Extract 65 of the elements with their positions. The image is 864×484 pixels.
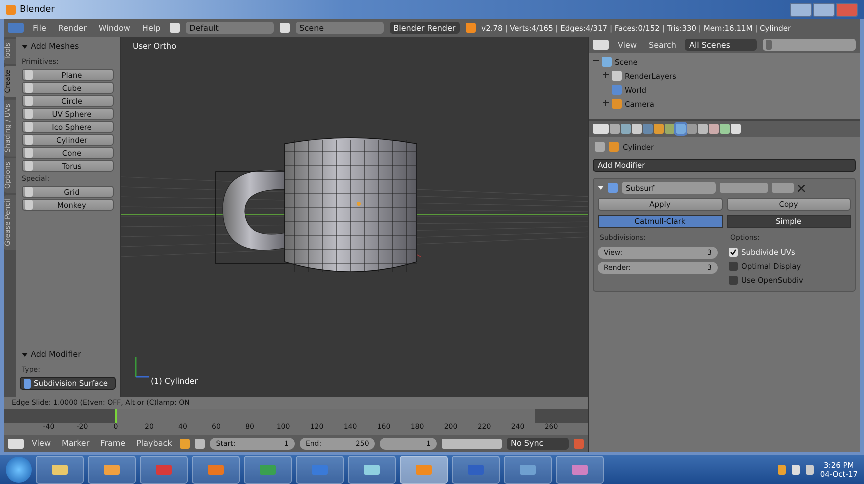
tray-icon[interactable] [778, 464, 786, 474]
taskbar-app[interactable] [192, 456, 240, 484]
properties-tab-icon[interactable] [621, 124, 631, 134]
plus-icon[interactable] [603, 100, 609, 106]
axis-gizmo-icon [133, 355, 151, 381]
taskbar-app[interactable] [504, 456, 552, 484]
taskbar-app[interactable] [348, 456, 396, 484]
filter-dropdown[interactable]: All Scenes [685, 39, 758, 51]
taskbar-app[interactable] [400, 456, 448, 484]
menu-item[interactable]: File [30, 24, 50, 32]
checkbox[interactable] [728, 262, 738, 271]
render-engine-dropdown[interactable]: Blender Render [390, 22, 460, 34]
object-icon [609, 142, 619, 152]
panel-title[interactable]: Add Meshes [20, 40, 116, 55]
search-field[interactable] [763, 39, 856, 51]
taskbar-app[interactable] [296, 456, 344, 484]
properties-tab-icon[interactable] [610, 124, 620, 134]
properties-tab-icon[interactable] [665, 124, 675, 134]
checkbox[interactable] [728, 276, 738, 285]
close-button[interactable] [836, 2, 858, 16]
taskbar-app[interactable] [556, 456, 604, 484]
scene-field[interactable]: Scene [296, 22, 384, 34]
taskbar-app[interactable] [452, 456, 500, 484]
triangle-icon [22, 352, 28, 358]
record-icon[interactable] [574, 438, 584, 448]
maximize-button[interactable] [813, 2, 835, 16]
properties-tab-icon[interactable] [698, 124, 708, 134]
taskbar-app[interactable] [88, 456, 136, 484]
properties-tab-icon[interactable] [632, 124, 642, 134]
object-label: (1) Cylinder [151, 377, 198, 386]
menu-item[interactable]: Help [139, 24, 164, 32]
taskbar-app[interactable] [36, 456, 84, 484]
menu-item[interactable]: Marker [58, 439, 93, 448]
properties-tab-icon[interactable] [687, 124, 697, 134]
properties-tab-icon[interactable] [654, 124, 664, 134]
properties-tab-icon[interactable] [676, 124, 686, 134]
close-icon[interactable] [798, 184, 805, 192]
sync-dropdown[interactable]: No Sync [506, 438, 569, 450]
menu-item[interactable]: View [615, 40, 640, 50]
3d-viewport[interactable]: User Ortho (1) Cylinder [121, 37, 588, 397]
screen-layout-field[interactable]: Default [186, 22, 274, 34]
menu-item[interactable]: Frame [98, 439, 129, 448]
checkbox[interactable] [728, 248, 738, 257]
app-icon [6, 4, 16, 14]
menu-item[interactable]: Render [55, 24, 90, 32]
menu-item[interactable]: Search [646, 40, 680, 50]
properties-tab-icon[interactable] [643, 124, 653, 134]
properties-tab-icon[interactable] [709, 124, 719, 134]
start-button[interactable] [6, 456, 32, 482]
properties-tab-icon[interactable] [720, 124, 730, 134]
window-title: Blender [20, 4, 55, 14]
triangle-icon [22, 44, 28, 50]
triangle-icon[interactable] [598, 185, 604, 191]
panel-title[interactable]: Add Modifier [20, 348, 116, 363]
view-name: User Ortho [133, 42, 176, 51]
modifier-icon [608, 183, 618, 193]
taskbar-app[interactable] [140, 456, 188, 484]
minus-icon[interactable] [593, 58, 599, 64]
menu-item[interactable]: View [29, 439, 54, 448]
menu-item[interactable]: Window [96, 24, 134, 32]
properties-tab-icon[interactable] [731, 124, 741, 134]
menu-item[interactable]: Playback [134, 439, 176, 448]
taskbar-app[interactable] [244, 456, 292, 484]
minimize-button[interactable] [790, 2, 812, 16]
plus-icon[interactable] [603, 72, 609, 78]
